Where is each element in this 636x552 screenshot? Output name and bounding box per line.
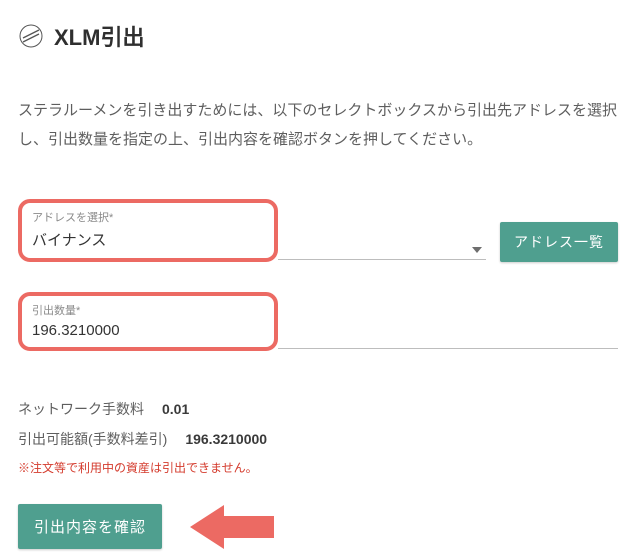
- amount-field-line: 引出数量* 196.3210000: [18, 292, 618, 351]
- withdrawable-value: 196.3210000: [185, 431, 267, 447]
- amount-value: 196.3210000: [32, 320, 264, 343]
- amount-input[interactable]: 引出数量* 196.3210000: [18, 292, 278, 351]
- amount-label: 引出数量*: [32, 302, 264, 318]
- address-select[interactable]: アドレスを選択* バイナンス: [18, 199, 278, 262]
- withdrawable-line: 引出可能額(手数料差引) 196.3210000: [18, 429, 618, 449]
- confirm-row: 引出内容を確認: [18, 504, 618, 549]
- select-underline: [278, 259, 486, 260]
- address-value: バイナンス: [32, 227, 264, 254]
- info-block: ネットワーク手数料 0.01 引出可能額(手数料差引) 196.3210000 …: [18, 399, 618, 476]
- chevron-down-icon[interactable]: [472, 247, 482, 253]
- fee-label: ネットワーク手数料: [18, 399, 144, 419]
- confirm-button[interactable]: 引出内容を確認: [18, 504, 162, 549]
- fee-line: ネットワーク手数料 0.01: [18, 399, 618, 419]
- stellar-icon: [18, 23, 44, 49]
- amount-underline: [278, 348, 618, 349]
- page-title: XLM引出: [54, 20, 144, 52]
- address-list-button[interactable]: アドレス一覧: [500, 222, 618, 262]
- address-label: アドレスを選択*: [32, 209, 264, 225]
- fee-value: 0.01: [162, 401, 189, 417]
- annotation-arrow-icon: [190, 505, 274, 549]
- page-header: XLM引出: [18, 20, 618, 52]
- warning-text: ※注文等で利用中の資産は引出できません。: [18, 459, 618, 476]
- address-row: アドレスを選択* バイナンス アドレス一覧: [18, 199, 618, 262]
- withdrawable-label: 引出可能額(手数料差引): [18, 429, 167, 449]
- description-text: ステラルーメンを引き出すためには、以下のセレクトボックスから引出先アドレスを選択…: [18, 97, 618, 154]
- amount-row: 引出数量* 196.3210000: [18, 292, 618, 351]
- address-select-line: アドレスを選択* バイナンス: [18, 199, 486, 262]
